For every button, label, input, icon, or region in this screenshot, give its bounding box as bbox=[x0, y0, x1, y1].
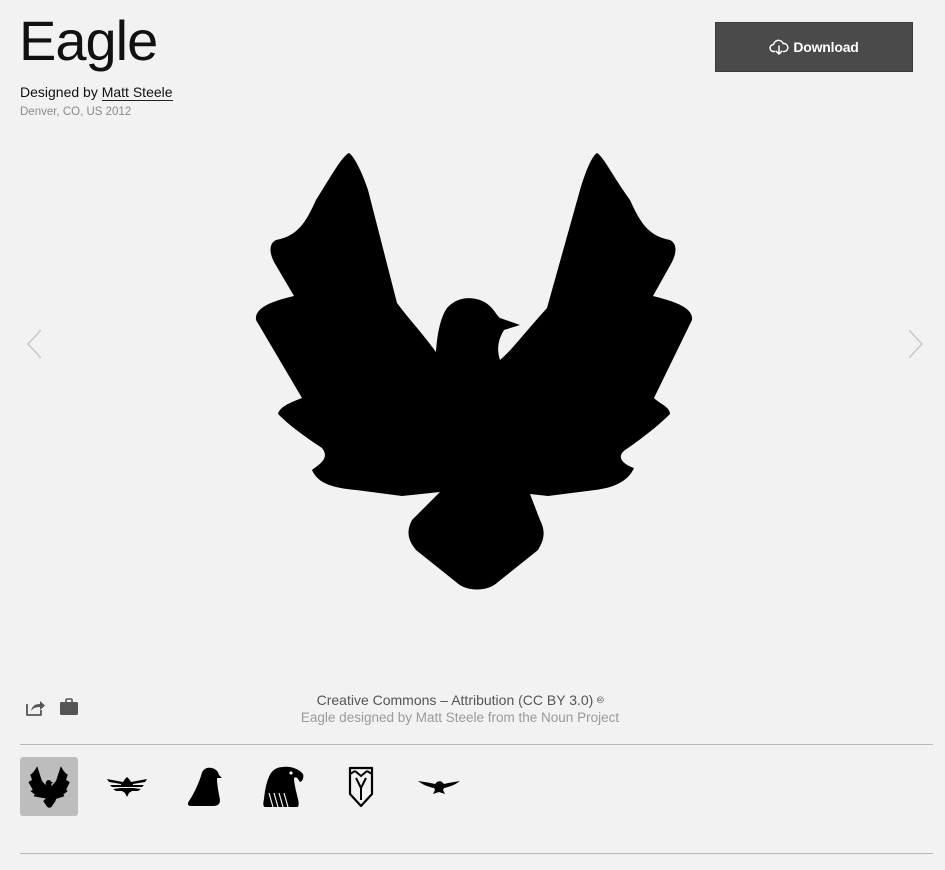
cc-icon: 🅭 bbox=[597, 695, 604, 706]
attribution-text: Eagle designed by Matt Steele from the N… bbox=[300, 710, 620, 725]
eagle-head-icon bbox=[263, 766, 304, 807]
download-label: Download bbox=[793, 39, 859, 55]
related-icon-thumb[interactable] bbox=[332, 757, 390, 816]
eagle-flying-icon bbox=[418, 780, 460, 794]
license-text: Creative Commons – Attribution (CC BY 3.… bbox=[316, 692, 594, 708]
location-year: Denver, CO, US 2012 bbox=[20, 106, 132, 118]
divider bbox=[20, 853, 933, 854]
related-icon-thumb[interactable] bbox=[410, 757, 468, 816]
related-icon-thumb[interactable] bbox=[20, 757, 78, 816]
eagle-emblem-icon bbox=[107, 776, 147, 797]
designer-credit: Designed by Matt Steele bbox=[20, 83, 173, 101]
cloud-download-icon bbox=[769, 39, 789, 55]
icon-detail-page: Eagle Designed by Matt Steele Denver, CO… bbox=[0, 0, 945, 870]
eagle-spread-wings-icon bbox=[28, 765, 70, 808]
related-icon-thumb[interactable] bbox=[98, 757, 156, 816]
page-title: Eagle bbox=[19, 9, 158, 72]
eagle-icon bbox=[255, 153, 693, 590]
designer-link[interactable]: Matt Steele bbox=[101, 84, 173, 101]
download-button[interactable]: Download bbox=[715, 22, 913, 72]
chevron-right-icon[interactable] bbox=[906, 328, 924, 360]
chevron-left-icon[interactable] bbox=[26, 328, 44, 360]
related-icon-thumb[interactable] bbox=[176, 757, 234, 816]
license-info: Creative Commons – Attribution (CC BY 3.… bbox=[0, 691, 920, 710]
eagle-perched-icon bbox=[187, 767, 222, 806]
related-icon-thumb[interactable] bbox=[254, 757, 312, 816]
divider bbox=[20, 744, 933, 745]
designed-by-label: Designed by bbox=[20, 84, 98, 100]
eagle-shield-icon bbox=[348, 766, 374, 807]
